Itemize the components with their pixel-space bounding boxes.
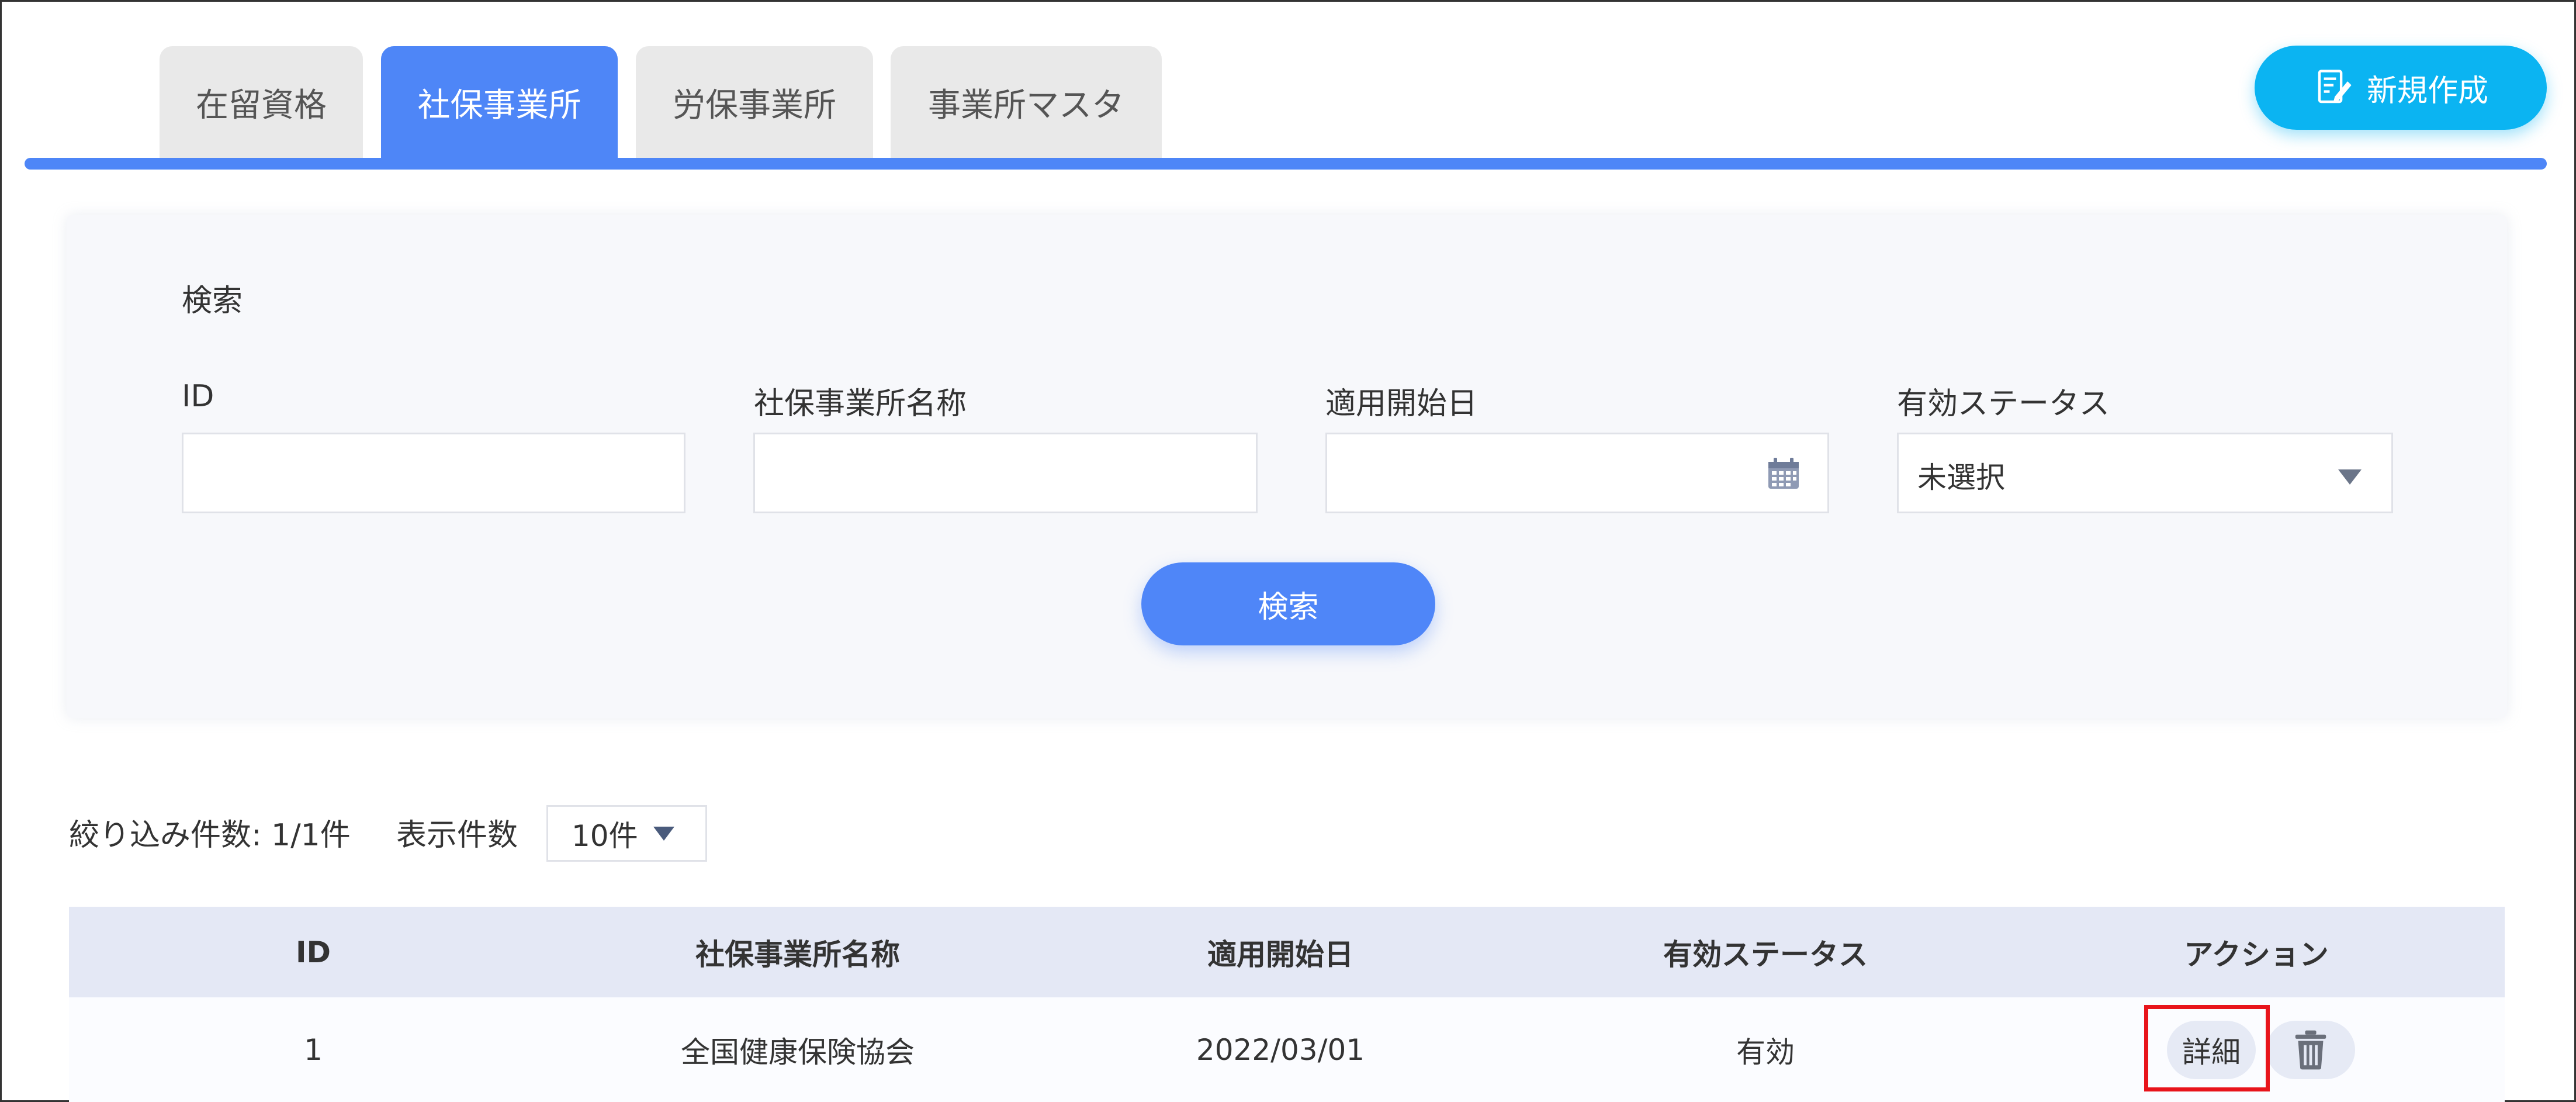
id-label: ID <box>182 379 214 414</box>
calendar-icon[interactable] <box>1766 457 1801 492</box>
cell-start-date: 2022/03/01 <box>1196 1032 1365 1067</box>
column-header-office-name: 社保事業所名称 <box>695 937 900 972</box>
office-name-input[interactable] <box>753 433 1258 513</box>
search-title: 検索 <box>182 284 243 319</box>
column-header-start-date: 適用開始日 <box>1207 937 1353 972</box>
cell-status: 有効 <box>1736 1035 1795 1069</box>
search-button[interactable]: 検索 <box>1141 562 1435 645</box>
tab-label: 社保事業所 <box>417 87 581 125</box>
tab-label: 事業所マスタ <box>928 87 1124 125</box>
id-input[interactable] <box>182 433 685 513</box>
column-header-status: 有効ステータス <box>1663 937 1868 972</box>
filtered-count: 絞り込み件数: 1/1件 <box>69 818 351 853</box>
table-header: ID 社保事業所名称 適用開始日 有効ステータス アクション <box>69 907 2505 997</box>
search-button-label: 検索 <box>1258 589 1319 625</box>
cell-id: 1 <box>304 1032 323 1067</box>
tab-underline-bar <box>25 158 2547 170</box>
table-row: 1 全国健康保険協会 2022/03/01 有効 <box>69 997 2505 1102</box>
column-header-id: ID <box>295 935 331 969</box>
chevron-down-icon <box>2338 469 2362 485</box>
highlight-box <box>2144 1005 2270 1091</box>
start-date-label: 適用開始日 <box>1325 386 1478 422</box>
tab-social-insurance-office[interactable]: 社保事業所 <box>381 46 618 159</box>
delete-button[interactable] <box>2266 1021 2355 1079</box>
office-name-label: 社保事業所名称 <box>754 386 967 422</box>
column-header-action: アクション <box>2184 937 2329 972</box>
new-create-button[interactable]: 新規作成 <box>2255 46 2547 130</box>
cell-office-name: 全国健康保険協会 <box>681 1035 915 1069</box>
tab-label: 労保事業所 <box>673 87 836 125</box>
new-create-label: 新規作成 <box>2366 73 2488 109</box>
status-select-value: 未選択 <box>1917 461 2005 495</box>
start-date-input[interactable] <box>1325 433 1829 513</box>
per-page-value: 10件 <box>572 818 638 853</box>
tab-office-master[interactable]: 事業所マスタ <box>891 46 1162 159</box>
tab-labor-insurance-office[interactable]: 労保事業所 <box>636 46 873 159</box>
per-page-label: 表示件数 <box>396 818 518 853</box>
status-label: 有効ステータス <box>1897 386 2110 422</box>
tab-residence-status[interactable]: 在留資格 <box>160 46 363 159</box>
status-select[interactable]: 未選択 <box>1897 433 2393 513</box>
chevron-down-icon <box>653 826 674 841</box>
trash-icon <box>2295 1030 2326 1070</box>
per-page-select[interactable]: 10件 <box>546 805 707 862</box>
edit-document-icon <box>2318 70 2352 103</box>
tab-label: 在留資格 <box>196 87 327 125</box>
